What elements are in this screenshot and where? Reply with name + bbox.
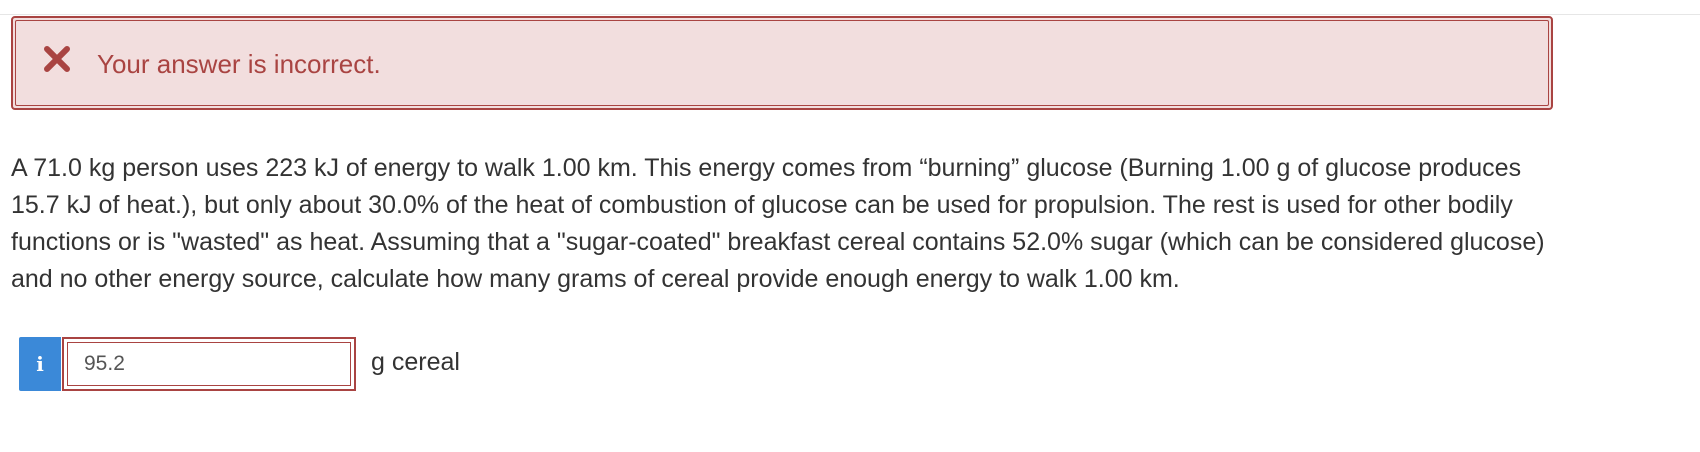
info-icon: i bbox=[36, 352, 44, 376]
info-button[interactable]: i bbox=[19, 337, 61, 391]
x-mark-icon bbox=[43, 45, 71, 73]
top-divider bbox=[0, 14, 1700, 15]
question-text: A 71.0 kg person uses 223 kJ of energy t… bbox=[11, 154, 1545, 293]
feedback-message: Your answer is incorrect. bbox=[97, 49, 381, 79]
unit-label: g cereal bbox=[371, 348, 460, 376]
answer-field-wrapper bbox=[62, 337, 356, 391]
answer-input[interactable] bbox=[72, 347, 346, 381]
incorrect-answer-alert: Your answer is incorrect. bbox=[11, 16, 1553, 110]
